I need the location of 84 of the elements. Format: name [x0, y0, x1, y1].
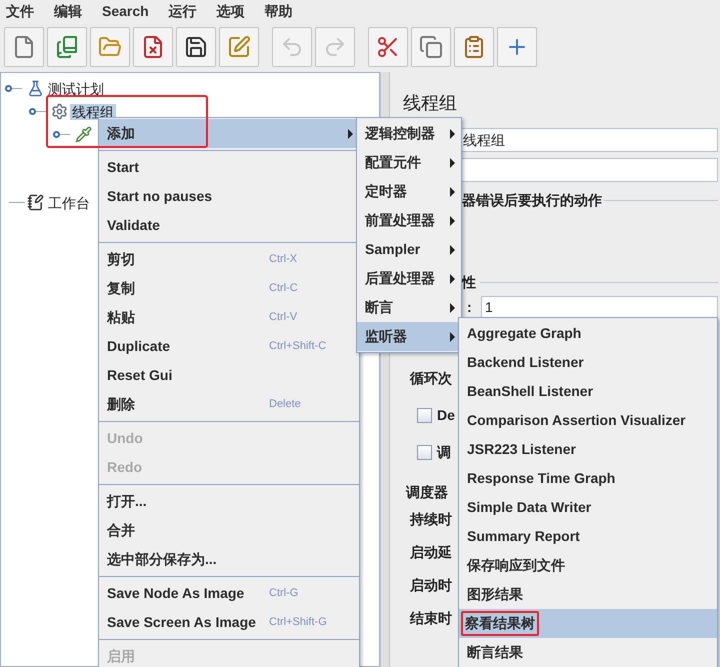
undo-icon — [280, 35, 304, 59]
menu-bar-item[interactable]: 编辑 — [54, 0, 82, 22]
menu-item[interactable]: 逻辑控制器 — [357, 119, 461, 148]
group-label: 器错误后要执行的动作 — [462, 190, 602, 210]
menu-item[interactable]: Response Time Graph — [459, 464, 717, 493]
name-field[interactable]: 线程组 — [460, 128, 718, 152]
menu-item[interactable]: 剪切 Ctrl-X — [99, 245, 359, 274]
shortcut-label: Ctrl-X — [269, 252, 298, 268]
copy-icon — [419, 35, 443, 59]
menu-item[interactable]: Summary Report — [459, 522, 717, 551]
checkbox-label: De — [437, 406, 455, 424]
menu-item[interactable]: Aggregate Graph — [459, 319, 717, 348]
menu-item[interactable]: 选中部分保存为... — [99, 545, 359, 574]
gear-icon — [51, 103, 68, 120]
menu-item[interactable]: 粘贴 Ctrl-V — [99, 303, 359, 332]
floppy-icon — [184, 35, 208, 59]
threads-field[interactable]: 1 — [481, 296, 718, 318]
field-label: 启动时 — [410, 576, 452, 595]
menu-item[interactable]: 前置处理器 — [357, 206, 461, 235]
menu-item[interactable]: 监听器 — [357, 322, 461, 351]
menu-item[interactable]: 后置处理器 — [357, 264, 461, 293]
books-icon — [55, 35, 79, 59]
pencil-icon — [227, 35, 251, 59]
file-x-icon — [141, 35, 165, 59]
group-label: 性 — [462, 272, 476, 292]
toolbar-button[interactable] — [176, 27, 216, 67]
menu-item[interactable]: Save Screen As Image Ctrl+Shift-G — [99, 608, 359, 637]
menu-item[interactable]: Start — [99, 153, 359, 182]
comment-field[interactable] — [460, 158, 718, 182]
menu-item[interactable]: 察看结果树 — [459, 609, 717, 638]
menu-item[interactable]: 打开... — [99, 487, 359, 516]
panel-title: 线程组 — [403, 92, 458, 115]
scissors-icon — [376, 35, 400, 59]
field-colon: : — [467, 298, 473, 316]
menu-bar-item[interactable]: 选项 — [216, 0, 245, 22]
menu-bar-item[interactable]: Search — [102, 0, 149, 22]
flask-icon — [27, 80, 44, 97]
field-label: 启动延 — [410, 543, 452, 562]
menu-item[interactable]: Reset Gui — [99, 361, 359, 390]
redo-icon — [323, 35, 347, 59]
menu-item[interactable]: Comparison Assertion Visualizer — [459, 406, 717, 435]
menu-item[interactable]: Backend Listener — [459, 348, 717, 377]
menu-item[interactable]: JSR223 Listener — [459, 435, 717, 464]
shortcut-label: Ctrl+Shift-G — [269, 615, 327, 630]
menu-item[interactable]: 合并 — [99, 516, 359, 545]
checkbox[interactable] — [417, 408, 432, 422]
menu-item[interactable]: Simple Data Writer — [459, 493, 717, 522]
menu-item[interactable]: Duplicate Ctrl+Shift-C — [99, 332, 359, 361]
folder-icon — [98, 35, 122, 59]
menu-bar-item[interactable]: 帮助 — [264, 0, 293, 22]
shortcut-label: Ctrl-C — [269, 281, 298, 296]
clipboard-icon — [462, 35, 486, 59]
shortcut-label: Delete — [269, 397, 301, 412]
menu-item[interactable]: 保存响应到文件 — [459, 551, 717, 580]
tree-item[interactable]: 工作台 — [46, 194, 92, 210]
pipette-icon[interactable] — [75, 126, 92, 143]
shortcut-label: Ctrl+Shift-C — [269, 339, 326, 354]
menu-item[interactable]: 图形结果 — [459, 580, 717, 609]
field-label: 循环次 — [410, 369, 452, 388]
field-label: 结束时 — [410, 609, 452, 628]
menu-item[interactable]: 添加 — [99, 119, 359, 148]
file-icon — [12, 35, 36, 59]
toolbar-button[interactable] — [133, 27, 173, 67]
shortcut-label: Ctrl-G — [269, 586, 298, 602]
menu-item[interactable]: 删除 Delete — [99, 390, 359, 419]
menu-item[interactable]: Validate — [99, 211, 359, 240]
menu-bar-item[interactable]: 文件 — [6, 0, 34, 22]
checkbox[interactable] — [417, 444, 432, 460]
menu-item[interactable]: BeanShell Listener — [459, 377, 717, 406]
menu-item[interactable]: 配置元件 — [357, 148, 461, 177]
menu-item[interactable]: 断言结果 — [459, 638, 717, 667]
group-label: 调度器 — [406, 483, 448, 502]
menu-item[interactable]: Save Node As Image Ctrl-G — [99, 579, 359, 608]
field-label: 持续时 — [410, 510, 452, 529]
shortcut-label: Ctrl-V — [269, 310, 298, 326]
checkbox-label: 调 — [437, 442, 451, 462]
menu-item[interactable]: 断言 — [357, 293, 461, 322]
menu-item[interactable]: Start no pauses — [99, 182, 359, 211]
menu-item[interactable]: 定时器 — [357, 177, 461, 206]
notebook-icon — [27, 194, 44, 211]
tree-item[interactable]: 测试计划 — [46, 80, 106, 96]
menu-item[interactable]: Sampler — [357, 235, 461, 264]
menu-item[interactable]: 复制 Ctrl-C — [99, 274, 359, 303]
menu-bar-item[interactable]: 运行 — [168, 0, 197, 22]
